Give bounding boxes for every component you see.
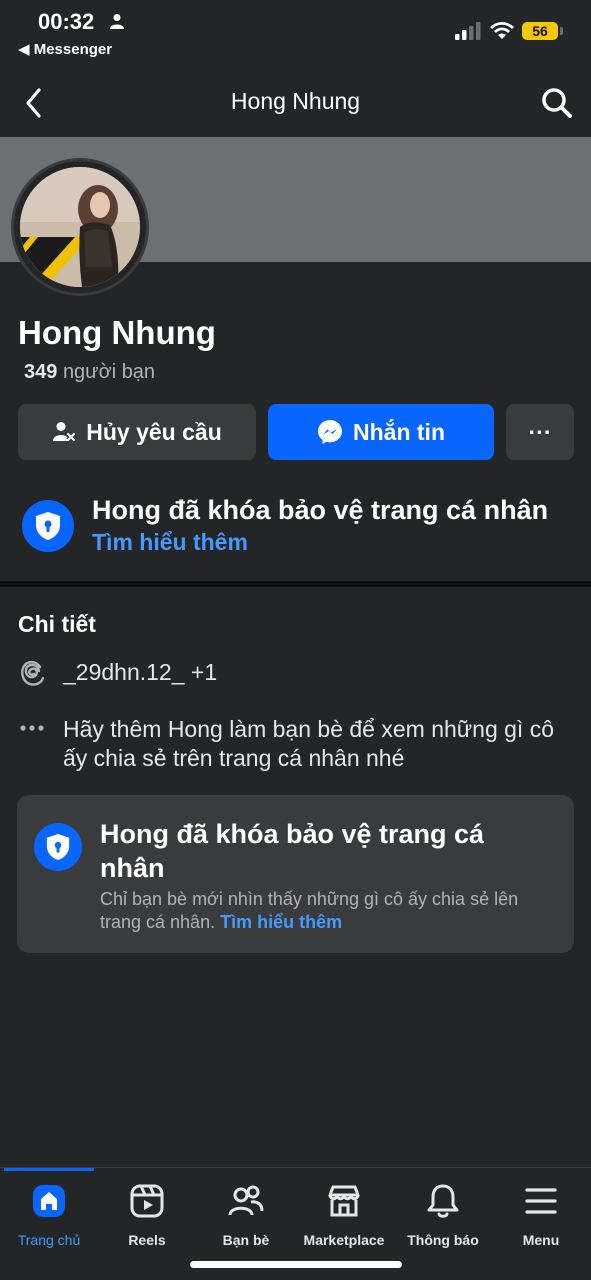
cellular-signal-icon <box>455 22 481 40</box>
friend-count-label: người bạn <box>62 361 156 383</box>
profile-lock-card: Hong đã khóa bảo vệ trang cá nhân Chỉ bạ… <box>17 795 574 953</box>
more-horizontal-icon <box>20 725 44 731</box>
home-indicator <box>190 1261 402 1268</box>
tab-menu-label: Menu <box>522 1232 560 1248</box>
lock-card-learn-more-link[interactable]: Tìm hiểu thêm <box>220 912 342 932</box>
lock-banner-learn-more-link[interactable]: Tìm hiểu thêm <box>92 529 248 556</box>
home-icon <box>33 1185 65 1217</box>
tab-reels[interactable]: Reels <box>98 1182 196 1262</box>
top-nav-bar: Hong Nhung <box>0 70 591 136</box>
profile-name: Hong Nhung <box>18 314 216 351</box>
wifi-icon <box>490 22 514 39</box>
battery-tip <box>560 27 563 35</box>
reels-icon <box>130 1184 164 1218</box>
page-title: Hong Nhung <box>230 88 361 114</box>
card-shield-lock-icon <box>34 823 82 871</box>
tab-home-label: Trang chủ <box>17 1232 81 1248</box>
bell-icon <box>427 1184 459 1218</box>
lock-banner-title: Hong đã khóa bảo vệ trang cá nhân <box>92 495 549 525</box>
tab-friends-label: Bạn bè <box>222 1232 270 1248</box>
threads-icon <box>21 660 45 686</box>
threads-handle: _29dhn.12_ +1 <box>63 659 218 685</box>
tab-marketplace[interactable]: Marketplace <box>295 1182 393 1262</box>
more-options-button[interactable]: ··· <box>506 404 574 460</box>
message-label: Nhắn tin <box>353 418 445 445</box>
friend-count[interactable]: 349 người bạn <box>24 361 155 384</box>
avatar-image <box>20 167 140 287</box>
profile-avatar[interactable] <box>11 158 149 296</box>
tab-marketplace-label: Marketplace <box>303 1232 385 1248</box>
avatar-photo <box>20 167 140 287</box>
lock-card-body: Chỉ bạn bè mới nhìn thấy những gì cô ấy … <box>100 888 540 934</box>
battery-indicator: 56 <box>522 22 558 40</box>
tab-home[interactable]: Trang chủ <box>0 1182 98 1262</box>
tab-menu[interactable]: Menu <box>492 1182 590 1262</box>
tab-notifications-label: Thông báo <box>407 1232 479 1248</box>
status-bar: 00:32 ◀ Messenger 56 <box>0 0 591 70</box>
cancel-request-label: Hủy yêu cầu <box>86 418 222 445</box>
tab-friends[interactable]: Bạn bè <box>197 1182 295 1262</box>
person-status-icon <box>110 14 124 29</box>
threads-detail-row[interactable]: _29dhn.12_ +1 <box>18 658 217 688</box>
marketplace-icon <box>328 1185 360 1217</box>
cancel-request-button[interactable]: Hủy yêu cầu <box>18 404 256 460</box>
messenger-icon <box>318 420 342 444</box>
tab-reels-label: Reels <box>128 1232 166 1248</box>
friend-count-number: 349 <box>24 361 58 383</box>
section-divider <box>0 581 591 587</box>
status-time: 00:32 <box>38 9 95 34</box>
tab-notifications[interactable]: Thông báo <box>394 1182 492 1262</box>
friends-icon <box>228 1185 264 1216</box>
search-icon[interactable] <box>540 86 574 120</box>
message-button[interactable]: Nhắn tin <box>268 404 494 460</box>
cancel-friend-request-icon <box>53 422 76 442</box>
add-friend-hint-row: Hãy thêm Hong làm bạn bè để xem những gì… <box>18 715 573 773</box>
add-friend-hint-text: Hãy thêm Hong làm bạn bè để xem những gì… <box>63 716 555 771</box>
back-to-messenger-link[interactable]: ◀ Messenger <box>18 40 112 58</box>
lock-card-title: Hong đã khóa bảo vệ trang cá nhân <box>100 819 485 883</box>
more-dots-icon: ··· <box>528 418 552 445</box>
menu-icon <box>525 1188 557 1214</box>
shield-lock-icon <box>22 500 74 552</box>
active-tab-indicator <box>4 1168 94 1171</box>
details-heading: Chi tiết <box>18 611 96 637</box>
